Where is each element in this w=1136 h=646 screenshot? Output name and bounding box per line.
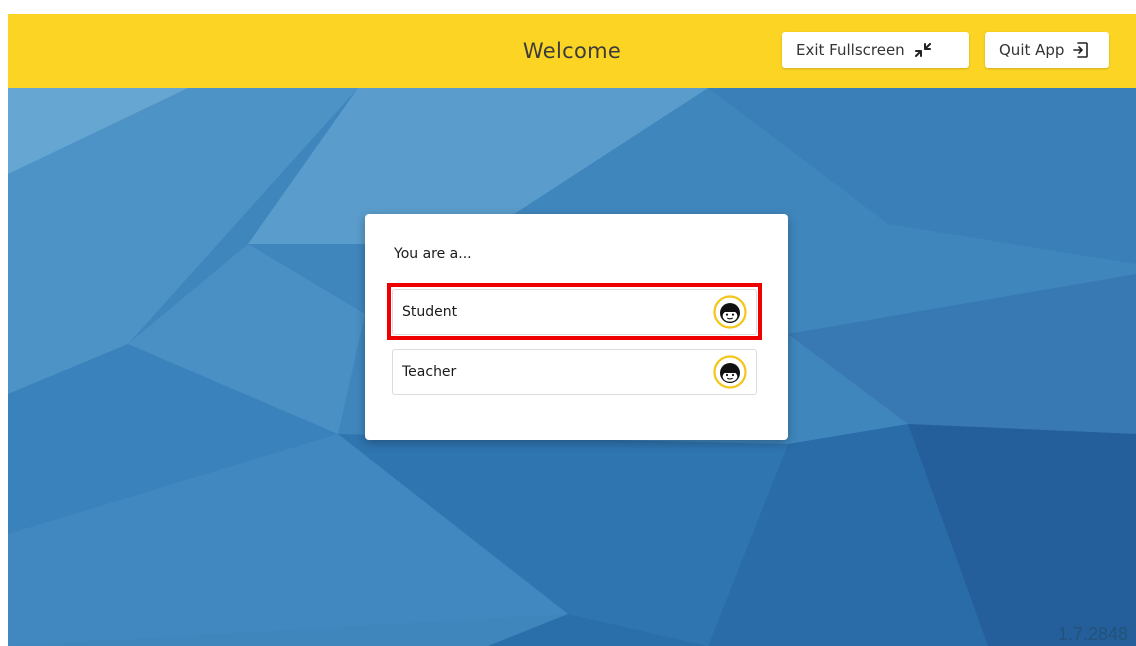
role-option-teacher[interactable]: Teacher (392, 349, 757, 395)
version-label: 1.7.2848 (1058, 624, 1129, 644)
quit-app-button[interactable]: Quit App (985, 32, 1109, 68)
quit-app-label: Quit App (999, 41, 1065, 59)
collapse-arrows-icon (914, 43, 932, 57)
role-option-label: Student (402, 304, 458, 320)
exit-fullscreen-button[interactable]: Exit Fullscreen (782, 32, 969, 68)
role-prompt: You are a... (394, 246, 472, 262)
header-bar: Welcome Exit Fullscreen Quit App (8, 14, 1136, 88)
role-selection-dialog: You are a... Student Teacher (365, 214, 788, 440)
role-option-student[interactable]: Student (392, 289, 757, 335)
role-option-label: Teacher (402, 364, 457, 380)
student-face-icon (713, 295, 747, 329)
teacher-face-icon (713, 355, 747, 389)
exit-fullscreen-label: Exit Fullscreen (796, 41, 905, 59)
exit-door-icon (1073, 41, 1089, 59)
app-window: Welcome Exit Fullscreen Quit App You are… (8, 14, 1136, 646)
